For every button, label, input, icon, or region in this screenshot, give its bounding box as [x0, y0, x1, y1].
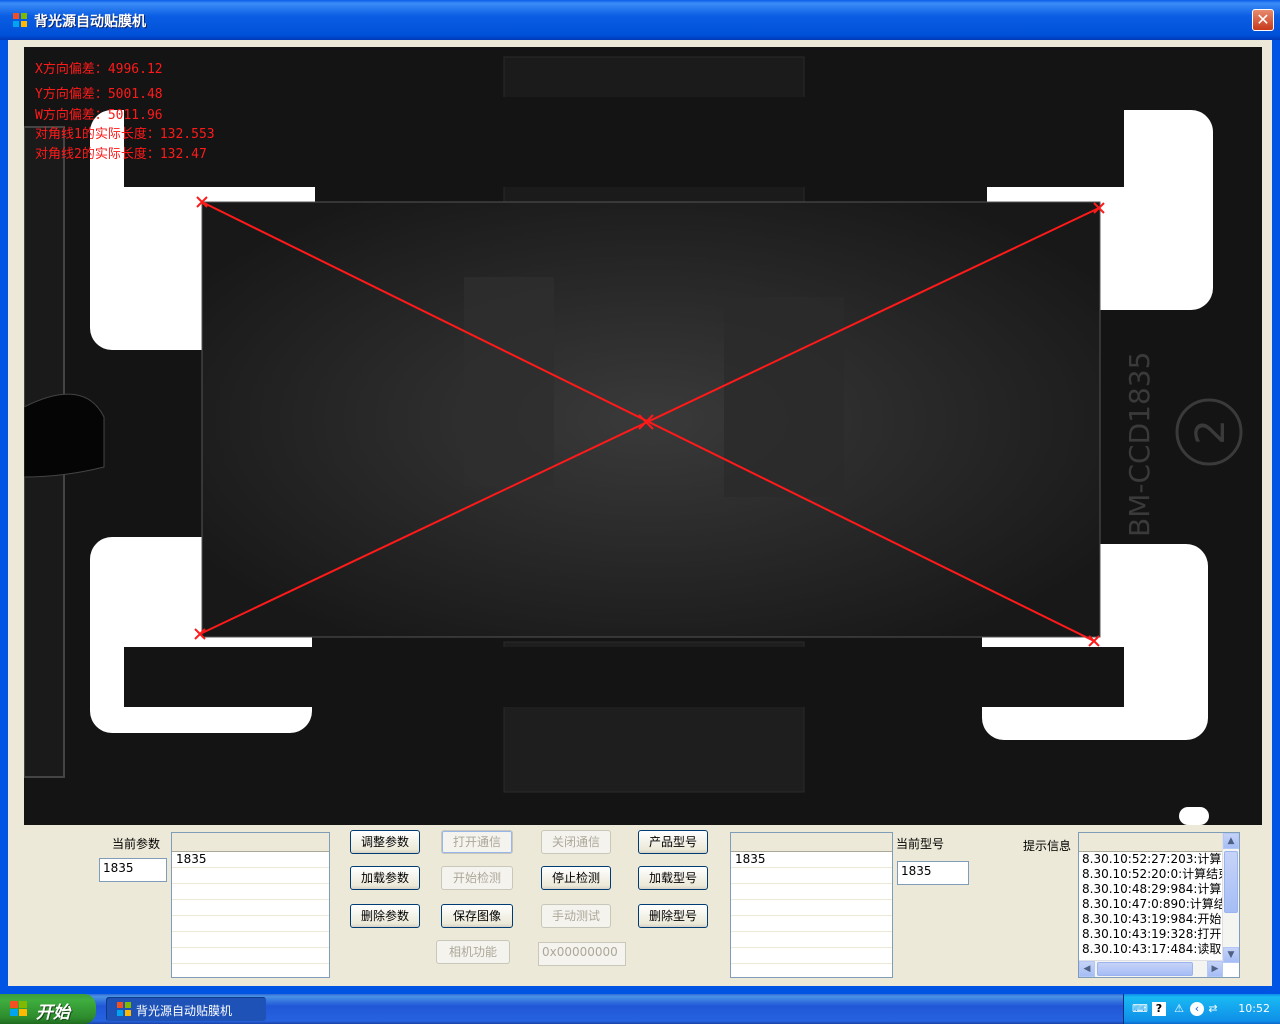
close-button[interactable]: ✕: [1252, 9, 1274, 31]
start-detect-button[interactable]: 开始检测: [441, 866, 513, 890]
tray-expand-icon[interactable]: ‹: [1190, 1002, 1204, 1016]
keyboard-icon[interactable]: ⌨: [1132, 1002, 1148, 1016]
log-list-header: [1079, 833, 1239, 852]
list-item[interactable]: 1835: [172, 852, 329, 868]
current-model-field[interactable]: 1835: [897, 861, 969, 885]
stop-detect-button[interactable]: 停止检测: [541, 866, 611, 890]
log-entry: 8.30.10:43:19:984:开始...: [1082, 912, 1222, 926]
open-comm-button[interactable]: 打开通信: [441, 830, 513, 854]
params-list[interactable]: 1835: [171, 832, 330, 978]
log-label: 提示信息: [1023, 839, 1072, 853]
model-list-header: [731, 833, 892, 852]
adjust-params-button[interactable]: 调整参数: [350, 830, 420, 854]
window-title: 背光源自动贴膜机: [34, 14, 146, 30]
app-window: 背光源自动贴膜机 ✕ BM-CCD1835 2 X方向偏差：4996.12 Y方…: [0, 0, 1280, 996]
diagonal1-length-readout: 对角线1的实际长度：132.553: [35, 127, 215, 142]
app-icon: [117, 1002, 131, 1016]
log-entry: 8.30.10:43:17:484:读取...: [1082, 942, 1222, 956]
x-offset-readout: X方向偏差：4996.12: [35, 62, 163, 77]
load-model-button[interactable]: 加载型号: [638, 866, 708, 890]
scroll-thumb[interactable]: [1097, 962, 1193, 976]
app-icon: [13, 13, 27, 27]
start-button[interactable]: 开始: [0, 994, 96, 1024]
diagonal2-length-readout: 对角线2的实际长度：132.47: [35, 147, 207, 162]
log-list[interactable]: 8.30.10:52:27:203:计算... 8.30.10:52:20:0:…: [1078, 832, 1240, 978]
load-params-button[interactable]: 加载参数: [350, 866, 420, 890]
camera-image: BM-CCD1835 2: [24, 47, 1262, 825]
log-horizontal-scrollbar[interactable]: ◀ ▶: [1079, 960, 1223, 977]
scroll-right-icon[interactable]: ▶: [1207, 961, 1223, 977]
camera-number-label: 2: [1188, 419, 1234, 444]
taskbar-app-button[interactable]: 背光源自动贴膜机: [106, 997, 266, 1021]
hex-value-field[interactable]: 0x00000000: [538, 942, 626, 966]
windows-logo-icon: [10, 1001, 27, 1016]
camera-view: BM-CCD1835 2 X方向偏差：4996.12 Y方向偏差：5001.48…: [24, 47, 1262, 825]
taskbar: 开始 背光源自动贴膜机 ⌨ ? ⚠ ‹ ⇄ 10:52: [0, 994, 1280, 1024]
log-entry: 8.30.10:52:27:203:计算...: [1082, 852, 1222, 866]
list-item[interactable]: 1835: [731, 852, 892, 868]
product-model-button[interactable]: 产品型号: [638, 830, 708, 854]
log-entry: 8.30.10:43:19:328:打开...: [1082, 927, 1222, 941]
log-entry: 8.30.10:48:29:984:计算...: [1082, 882, 1222, 896]
delete-params-button[interactable]: 删除参数: [350, 904, 420, 928]
delete-model-button[interactable]: 删除型号: [638, 904, 708, 928]
title-bar[interactable]: 背光源自动贴膜机 ✕: [0, 0, 1280, 40]
log-entry: 8.30.10:52:20:0:计算结束: [1082, 867, 1222, 881]
save-image-button[interactable]: 保存图像: [441, 904, 513, 928]
scroll-left-icon[interactable]: ◀: [1079, 961, 1095, 977]
y-offset-readout: Y方向偏差：5001.48: [35, 87, 163, 102]
manual-test-button[interactable]: 手动测试: [541, 904, 611, 928]
log-entry: 8.30.10:47:0:890:计算结束: [1082, 897, 1222, 911]
close-comm-button[interactable]: 关闭通信: [541, 830, 611, 854]
model-list[interactable]: 1835: [730, 832, 893, 978]
current-params-label: 当前参数: [112, 837, 161, 851]
clock: 10:52: [1238, 1002, 1270, 1015]
params-list-header: [172, 833, 329, 852]
help-icon[interactable]: ?: [1152, 1002, 1166, 1016]
scroll-thumb[interactable]: [1224, 851, 1238, 913]
w-offset-readout: W方向偏差：5011.96: [35, 108, 163, 123]
scroll-down-icon[interactable]: ▼: [1223, 947, 1239, 963]
log-vertical-scrollbar[interactable]: ▲ ▼: [1222, 833, 1239, 963]
current-params-field[interactable]: 1835: [99, 858, 167, 882]
network-icon[interactable]: ⇄: [1206, 1002, 1220, 1016]
taskbar-app-label: 背光源自动贴膜机: [136, 1004, 233, 1018]
safely-remove-icon[interactable]: ⚠: [1172, 1002, 1186, 1016]
scroll-up-icon[interactable]: ▲: [1223, 833, 1239, 849]
start-label: 开始: [36, 1003, 70, 1023]
camera-id-label: BM-CCD1835: [1123, 352, 1156, 537]
camera-function-button[interactable]: 相机功能: [436, 940, 510, 964]
system-tray: ⌨ ? ⚠ ‹ ⇄ 10:52: [1123, 994, 1280, 1024]
current-model-label: 当前型号: [896, 837, 945, 851]
